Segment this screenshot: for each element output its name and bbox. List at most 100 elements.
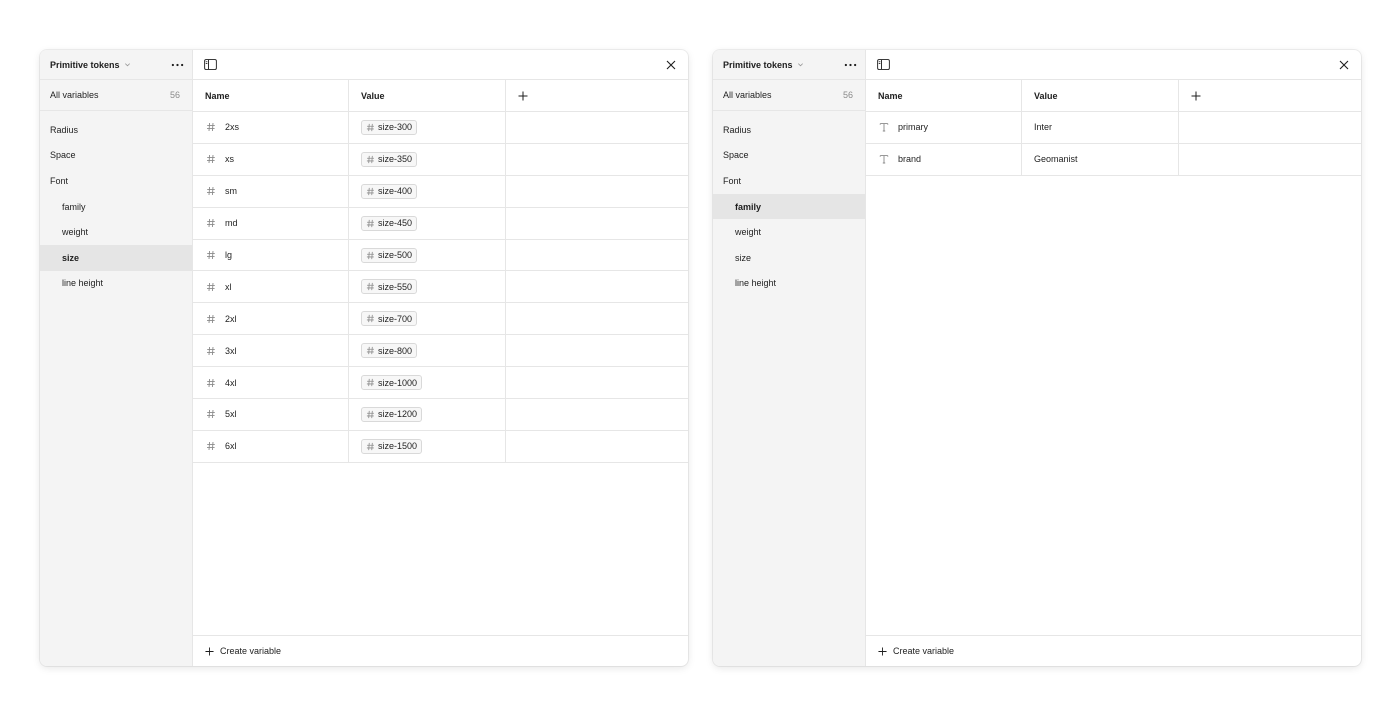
all-variables-item[interactable]: All variables 56	[713, 80, 865, 111]
name-cell[interactable]: lg	[193, 239, 349, 271]
close-button[interactable]	[662, 56, 680, 74]
create-variable-label: Create variable	[893, 646, 955, 656]
group-list: Radius Space Font family weight size line heig…	[40, 111, 192, 296]
column-header-name: Name	[866, 80, 1022, 111]
more-options-button[interactable]	[839, 54, 861, 76]
collection-name: Primitive tokens	[723, 59, 793, 70]
value-cell[interactable]: size-1200	[349, 399, 506, 430]
sidebar-group-font[interactable]: Font	[713, 168, 865, 194]
value-cell[interactable]: size-700	[349, 303, 506, 335]
sidebar-group-size[interactable]: size	[40, 244, 192, 271]
value-cell[interactable]: size-800	[349, 335, 506, 367]
sidebar-group-line-height[interactable]: line height	[40, 271, 192, 297]
table-toolbar	[866, 50, 1361, 80]
sidebar-group-family[interactable]: family	[40, 194, 192, 220]
alias-chip[interactable]: size-1500	[361, 438, 423, 454]
alias-chip[interactable]: size-400	[361, 183, 418, 199]
variable-name: xl	[225, 281, 232, 292]
table-row[interactable]: 2xs size-300	[193, 112, 688, 144]
alias-chip[interactable]: size-1000	[361, 375, 423, 391]
value-cell[interactable]: Geomanist	[1022, 143, 1179, 175]
value-cell[interactable]: size-350	[349, 143, 506, 175]
table-row[interactable]: xl size-550	[193, 271, 688, 304]
name-cell[interactable]: 6xl	[193, 430, 349, 462]
table-row[interactable]: md size-450	[193, 207, 688, 240]
value-cell[interactable]: size-300	[349, 112, 506, 143]
table-row[interactable]: xs size-350	[193, 143, 688, 176]
variable-rows: 2xs size-300 xs size-350 sm size-400 md size-45…	[193, 112, 688, 463]
sidebar-group-font[interactable]: Font	[40, 168, 192, 194]
table-row[interactable]: 4xl size-1000	[193, 367, 688, 400]
name-cell[interactable]: 5xl	[193, 399, 349, 430]
all-variables-item[interactable]: All variables 56	[40, 80, 192, 111]
sidebar-group-size[interactable]: size	[713, 245, 865, 271]
value-cell[interactable]: size-500	[349, 239, 506, 271]
toggle-sidebar-button[interactable]	[201, 56, 219, 74]
alias-chip[interactable]: size-1200	[361, 406, 423, 422]
name-cell[interactable]: 2xs	[193, 112, 349, 143]
sidebar-group-radius[interactable]: Radius	[40, 117, 192, 143]
alias-chip[interactable]: size-450	[361, 215, 418, 231]
alias-chip[interactable]: size-800	[361, 343, 418, 359]
table-row[interactable]: 3xl size-800	[193, 335, 688, 368]
name-cell[interactable]: 3xl	[193, 335, 349, 367]
alias-chip[interactable]: size-300	[361, 119, 418, 135]
add-column-button[interactable]	[506, 80, 688, 111]
value-cell[interactable]: size-1000	[349, 367, 506, 399]
table-row[interactable]: 5xl size-1200	[193, 399, 688, 431]
name-cell[interactable]: xl	[193, 271, 349, 303]
hash-icon	[206, 282, 216, 292]
more-options-button[interactable]	[166, 54, 188, 76]
sidebar-group-family[interactable]: family	[713, 193, 865, 220]
table-row[interactable]: brand Geomanist	[866, 143, 1361, 176]
value-cell[interactable]: size-550	[349, 271, 506, 303]
collection-sidebar: Primitive tokens All variables 56 Radius…	[713, 50, 866, 666]
sidebar-group-radius[interactable]: Radius	[713, 117, 865, 143]
hash-icon	[366, 314, 375, 323]
hash-icon	[206, 314, 216, 324]
variable-value[interactable]: Geomanist	[1034, 154, 1078, 164]
name-cell[interactable]: md	[193, 207, 349, 239]
alias-value: size-350	[378, 154, 413, 165]
alias-chip[interactable]: size-550	[361, 279, 418, 295]
table-row[interactable]: lg size-500	[193, 239, 688, 272]
collection-selector[interactable]: Primitive tokens	[723, 60, 804, 70]
hash-icon	[206, 378, 216, 388]
name-cell[interactable]: 4xl	[193, 367, 349, 399]
add-column-button[interactable]	[1179, 80, 1361, 111]
hash-icon	[366, 410, 375, 419]
alias-chip[interactable]: size-700	[361, 311, 418, 327]
name-cell[interactable]: primary	[866, 112, 1022, 143]
toggle-sidebar-button[interactable]	[874, 56, 892, 74]
close-button[interactable]	[1335, 56, 1353, 74]
alias-value: size-700	[378, 313, 413, 324]
sidebar-group-line-height[interactable]: line height	[713, 271, 865, 297]
sidebar-group-space[interactable]: Space	[40, 143, 192, 169]
empty-cell	[1179, 112, 1361, 143]
sidebar-group-space[interactable]: Space	[713, 143, 865, 169]
create-variable-button[interactable]: Create variable	[193, 635, 688, 666]
column-header-value: Value	[349, 80, 506, 111]
value-cell[interactable]: size-450	[349, 207, 506, 239]
table-row[interactable]: primary Inter	[866, 112, 1361, 144]
create-variable-button[interactable]: Create variable	[866, 635, 1361, 666]
name-cell[interactable]: sm	[193, 175, 349, 207]
name-cell[interactable]: xs	[193, 143, 349, 175]
variable-value[interactable]: Inter	[1034, 122, 1052, 132]
table-row[interactable]: 6xl size-1500	[193, 430, 688, 463]
empty-cell	[506, 399, 688, 430]
name-cell[interactable]: brand	[866, 143, 1022, 175]
alias-chip[interactable]: size-500	[361, 247, 418, 263]
sidebar-group-weight[interactable]: weight	[713, 219, 865, 245]
table-header: Name Value	[193, 80, 688, 112]
name-cell[interactable]: 2xl	[193, 303, 349, 335]
collection-selector[interactable]: Primitive tokens	[50, 60, 131, 70]
alias-chip[interactable]: size-350	[361, 151, 418, 167]
plus-icon	[205, 646, 214, 656]
value-cell[interactable]: size-400	[349, 175, 506, 207]
table-row[interactable]: 2xl size-700	[193, 303, 688, 336]
value-cell[interactable]: Inter	[1022, 112, 1179, 143]
value-cell[interactable]: size-1500	[349, 430, 506, 462]
table-row[interactable]: sm size-400	[193, 175, 688, 208]
sidebar-group-weight[interactable]: weight	[40, 219, 192, 245]
